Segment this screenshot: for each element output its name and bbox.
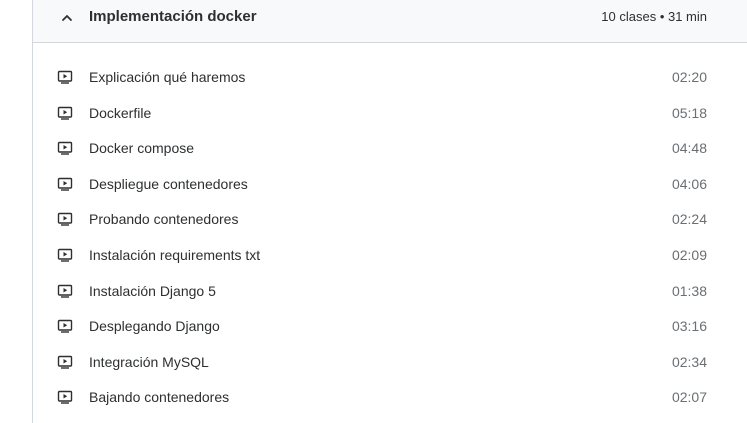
video-icon [57,319,73,333]
section-title: Implementación docker [89,8,257,25]
lecture-duration: 02:24 [671,211,707,228]
lecture-item[interactable]: Instalación Django 5 01:38 [33,273,747,309]
video-icon [57,70,73,84]
lecture-title: Despliegue contenedores [89,175,248,192]
lecture-item[interactable]: Despliegue contenedores 04:06 [33,166,747,202]
video-icon [57,177,73,191]
lecture-title: Desplegando Django [89,318,220,335]
section-meta: 10 clases • 31 min [601,9,707,24]
lecture-item[interactable]: Probando contenedores 02:24 [33,201,747,237]
curriculum-section: Implementación docker 10 clases • 31 min… [32,0,747,423]
lecture-duration: 04:48 [671,140,707,157]
lecture-duration: 01:38 [671,282,707,299]
video-icon [57,391,73,405]
section-header-toggle[interactable]: Implementación docker 10 clases • 31 min [33,0,747,43]
lecture-title: Explicación qué haremos [89,69,246,85]
lecture-item[interactable]: Integración MySQL 02:34 [33,344,747,380]
video-icon [57,248,73,262]
lecture-duration: 05:18 [671,104,707,121]
lecture-duration: 02:07 [671,389,707,406]
lecture-title: Docker compose [89,140,195,157]
lecture-title: Instalación requirements txt [89,246,261,263]
lecture-duration: 04:06 [671,175,707,192]
lecture-duration: 02:34 [671,353,707,370]
lecture-title: Bajando contenedores [89,389,230,406]
video-icon [57,141,73,155]
lecture-title: Dockerfile [89,104,152,121]
lecture-item[interactable]: Desplegando Django 03:16 [33,308,747,344]
lecture-duration: 02:09 [671,246,707,263]
lecture-duration: 02:20 [671,69,707,85]
video-icon [57,106,73,120]
lecture-item[interactable]: Explicación qué haremos 02:20 [33,59,747,95]
chevron-up-icon [62,15,72,21]
lecture-item[interactable]: Bajando contenedores 02:07 [33,379,747,415]
lecture-title: Integración MySQL [89,353,209,370]
lecture-title: Instalación Django 5 [89,282,216,299]
video-icon [57,284,73,298]
lecture-item[interactable]: Instalación requirements txt 02:09 [33,237,747,273]
video-icon [57,213,73,227]
lecture-item[interactable]: Dockerfile 05:18 [33,95,747,131]
lecture-item[interactable]: Docker compose 04:48 [33,130,747,166]
video-icon [57,355,73,369]
lecture-duration: 03:16 [671,318,707,335]
lecture-list: Explicación qué haremos 02:20 Dockerfile… [33,59,747,415]
lecture-title: Probando contenedores [89,211,239,228]
